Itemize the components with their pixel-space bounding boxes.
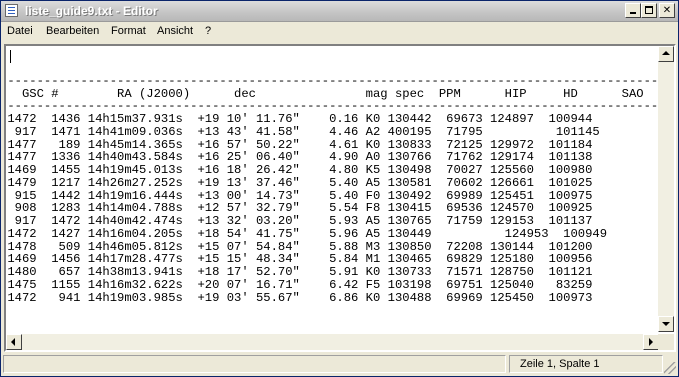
scroll-down-button[interactable] [658, 316, 674, 332]
cursor-position: Zeile 1, Spalte 1 [509, 355, 663, 373]
arrow-left-icon [11, 338, 15, 346]
scroll-left-button[interactable] [6, 334, 22, 350]
menu-bearbeiten[interactable]: Bearbeiten [46, 25, 99, 37]
text-editor: ----------------------------------------… [4, 44, 676, 352]
vertical-scrollbar[interactable] [658, 46, 674, 332]
scrollbar-corner [658, 334, 674, 350]
editor-window: liste_guide9.txt - Editor ✕ Datei Bearbe… [0, 0, 679, 377]
minimize-icon [630, 12, 636, 14]
maximize-button[interactable] [641, 3, 657, 18]
maximize-icon [645, 6, 653, 14]
title-bar[interactable]: liste_guide9.txt - Editor ✕ [1, 1, 678, 22]
arrow-right-icon [649, 338, 653, 346]
scroll-right-button[interactable] [643, 334, 659, 350]
menu-format[interactable]: Format [111, 25, 146, 37]
close-button[interactable]: ✕ [659, 3, 675, 18]
document-text: ----------------------------------------… [6, 73, 659, 305]
menu-datei[interactable]: Datei [7, 25, 33, 37]
text-area[interactable]: ----------------------------------------… [6, 46, 659, 332]
menu-ansicht[interactable]: Ansicht [157, 25, 193, 37]
scroll-up-button[interactable] [658, 46, 674, 62]
notepad-icon[interactable] [5, 4, 18, 17]
resize-grip-icon[interactable] [664, 362, 676, 374]
arrow-up-icon [662, 51, 670, 55]
status-bar: Zeile 1, Spalte 1 [1, 353, 678, 376]
window-title: liste_guide9.txt - Editor [25, 4, 158, 18]
close-icon: ✕ [662, 5, 672, 16]
status-message-panel [3, 355, 506, 373]
minimize-button[interactable] [625, 3, 641, 18]
menu-bar: Datei Bearbeiten Format Ansicht ? [1, 22, 678, 42]
menu-help[interactable]: ? [205, 25, 211, 37]
arrow-down-icon [662, 322, 670, 326]
horizontal-scrollbar[interactable] [6, 334, 659, 350]
